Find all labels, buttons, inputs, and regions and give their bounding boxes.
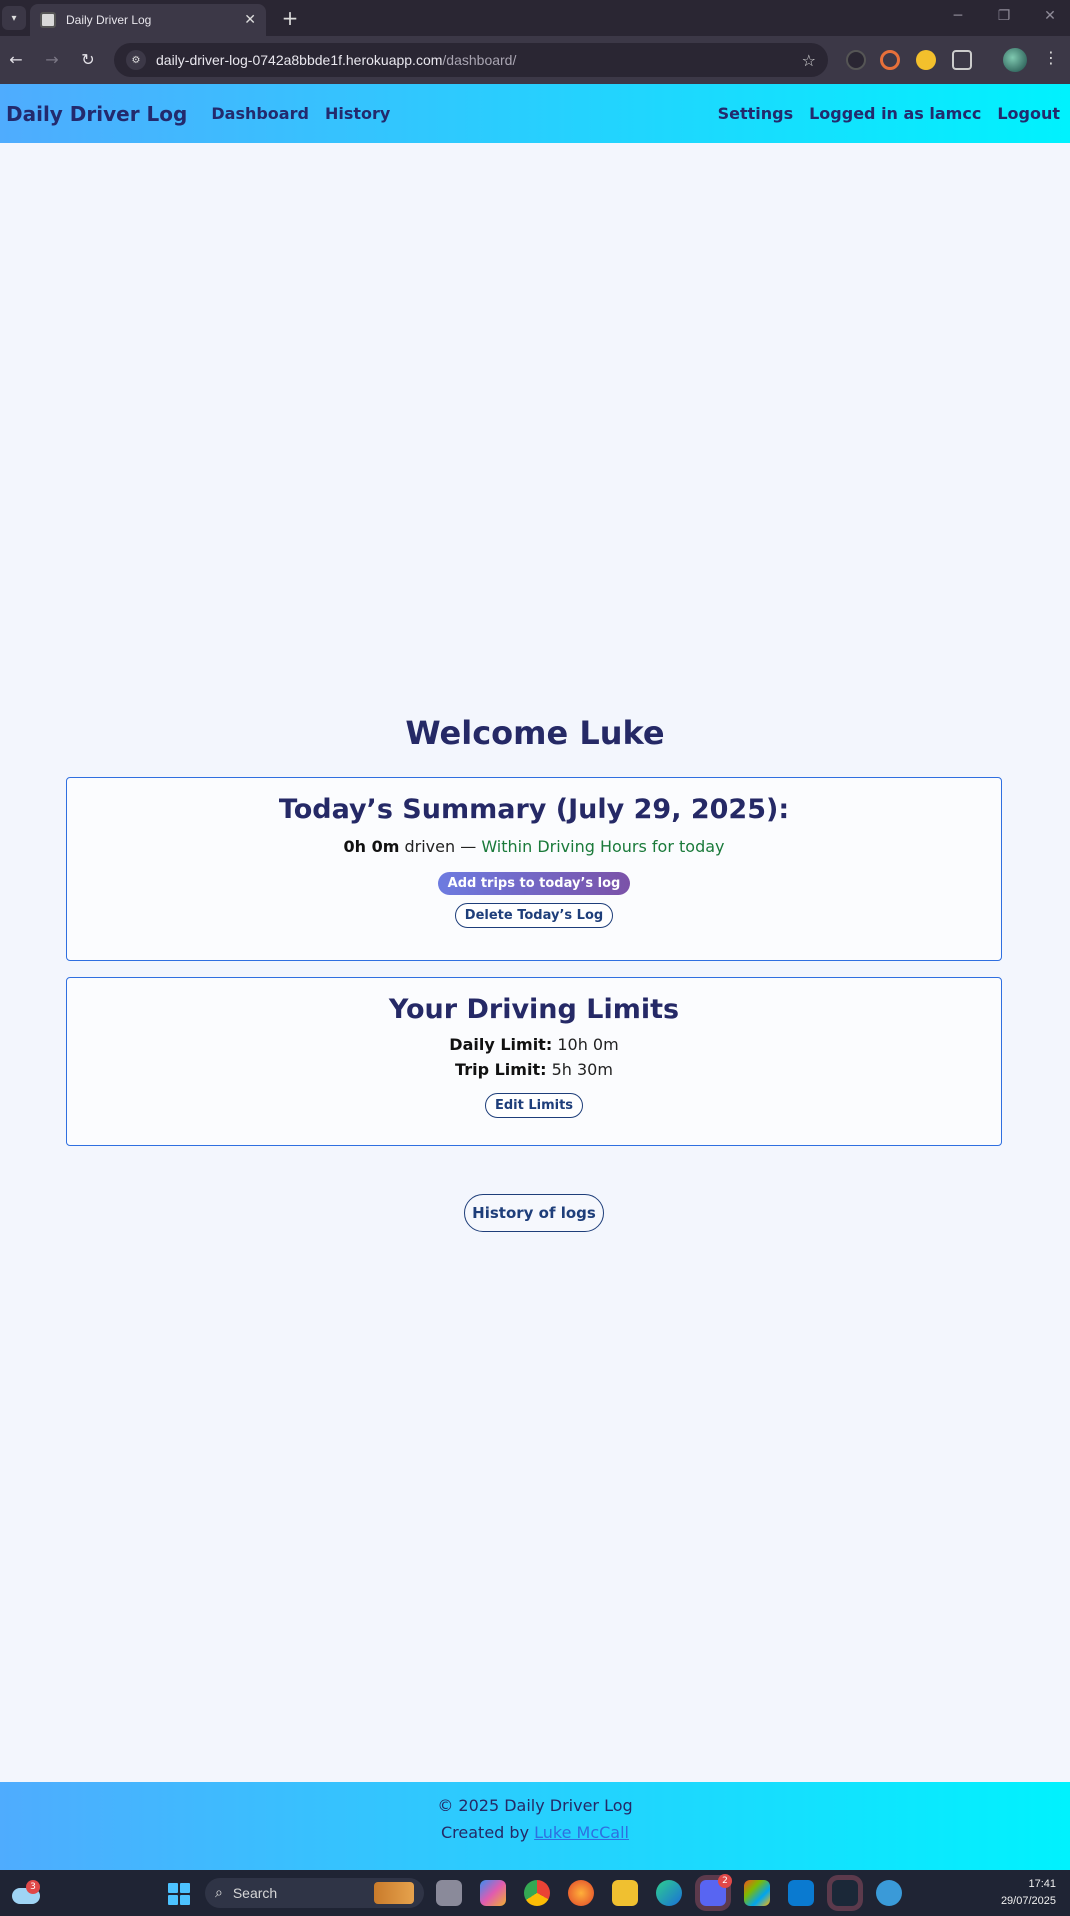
extension-emoji-icon[interactable]: [916, 50, 936, 70]
forward-arrow-icon[interactable]: →: [40, 48, 64, 72]
taskbar-search[interactable]: ⌕ Search: [205, 1878, 424, 1908]
browser-menu-icon[interactable]: ⋮: [1043, 48, 1059, 67]
os-taskbar: 3 ⌕ Search 2 17:41 29/07/2025: [0, 1870, 1070, 1916]
delete-log-button[interactable]: Delete Today’s Log: [454, 903, 614, 928]
steam-icon[interactable]: [832, 1880, 858, 1906]
footer-copyright: © 2025 Daily Driver Log: [437, 1796, 633, 1815]
summary-title: Today’s Summary (July 29, 2025):: [278, 794, 790, 825]
search-highlight-image: [374, 1882, 414, 1904]
address-bar[interactable]: ⚙ daily-driver-log-0742a8bbde1f.herokuap…: [114, 43, 828, 77]
logout-link[interactable]: Logout: [997, 104, 1060, 123]
browser-tab-bar: ▾ Daily Driver Log ✕ + ─ ❐ ✕: [0, 0, 1070, 36]
chrome-icon[interactable]: [524, 1880, 550, 1906]
history-of-logs-button[interactable]: History of logs: [464, 1194, 604, 1232]
edge-icon[interactable]: [656, 1880, 682, 1906]
welcome-heading: Welcome Luke: [405, 714, 665, 752]
restore-icon[interactable]: ❐: [994, 8, 1014, 24]
weather-badge: 3: [26, 1880, 40, 1894]
user-status-link[interactable]: Logged in as lamcc: [809, 104, 981, 123]
daily-limit-line: Daily Limit: 10h 0m: [67, 1035, 1001, 1054]
search-icon: ⌕: [215, 1885, 223, 1901]
bookmark-star-icon[interactable]: ☆: [802, 51, 816, 70]
limits-title: Your Driving Limits: [388, 994, 680, 1025]
clock-time: 17:41: [1028, 1878, 1056, 1890]
trip-limit-label: Trip Limit:: [455, 1060, 547, 1079]
nav-link-dashboard[interactable]: Dashboard: [211, 104, 309, 123]
driving-limits-card: Your Driving Limits Daily Limit: 10h 0m …: [66, 977, 1002, 1146]
site-footer: © 2025 Daily Driver Log Created by Luke …: [0, 1782, 1070, 1870]
system-clock[interactable]: 17:41 29/07/2025: [1001, 1876, 1056, 1910]
today-summary-card: Today’s Summary (July 29, 2025): 0h 0m d…: [66, 777, 1002, 961]
extension-pen-icon[interactable]: [846, 50, 866, 70]
daily-limit-value: 10h 0m: [557, 1035, 619, 1054]
window-close-icon[interactable]: ✕: [1040, 8, 1060, 24]
trip-limit-line: Trip Limit: 5h 30m: [67, 1060, 1001, 1079]
discord-badge: 2: [718, 1874, 732, 1888]
reload-icon[interactable]: ↻: [76, 48, 100, 72]
vscode-icon[interactable]: [788, 1880, 814, 1906]
extensions-puzzle-icon[interactable]: [952, 50, 972, 70]
minimize-icon[interactable]: ─: [948, 8, 968, 24]
site-navbar: Daily Driver Log Dashboard History Setti…: [0, 84, 1070, 143]
driving-status: Within Driving Hours for today: [481, 837, 725, 856]
footer-credit: Created by Luke McCall: [0, 1823, 1070, 1842]
windows-start-icon[interactable]: [168, 1883, 190, 1905]
created-by-label: Created by: [441, 1823, 530, 1842]
profile-avatar[interactable]: [1003, 48, 1027, 72]
nav-link-history[interactable]: History: [325, 104, 390, 123]
add-trips-button[interactable]: Add trips to today’s log: [437, 872, 631, 895]
author-link[interactable]: Luke McCall: [534, 1823, 629, 1842]
nav-link-settings[interactable]: Settings: [718, 104, 794, 123]
driven-word: driven —: [404, 837, 482, 856]
browser-tab[interactable]: Daily Driver Log ✕: [30, 4, 266, 36]
brand-link[interactable]: Daily Driver Log: [6, 102, 187, 126]
clock-date: 29/07/2025: [1000, 1895, 1056, 1907]
browser-toolbar: ← → ↻ ⚙ daily-driver-log-0742a8bbde1f.he…: [0, 36, 1070, 84]
task-view-icon[interactable]: [436, 1880, 462, 1906]
nav-right-group: Settings Logged in as lamcc Logout: [702, 84, 1060, 143]
store-icon[interactable]: [744, 1880, 770, 1906]
daily-limit-label: Daily Limit:: [449, 1035, 553, 1054]
tab-list-chevron-icon[interactable]: ▾: [2, 6, 26, 30]
edit-limits-button[interactable]: Edit Limits: [484, 1093, 584, 1118]
site-info-icon[interactable]: ⚙: [126, 50, 146, 70]
tab-close-icon[interactable]: ✕: [244, 12, 256, 28]
discord-icon[interactable]: 2: [700, 1874, 732, 1906]
extension-ring-icon[interactable]: [880, 50, 900, 70]
back-arrow-icon[interactable]: ←: [4, 48, 28, 72]
paint-icon[interactable]: [876, 1880, 902, 1906]
firefox-icon[interactable]: [568, 1880, 594, 1906]
copilot-icon[interactable]: [480, 1880, 506, 1906]
driven-time: 0h 0m: [343, 837, 400, 856]
url-text[interactable]: daily-driver-log-0742a8bbde1f.herokuapp.…: [156, 52, 802, 68]
trip-limit-value: 5h 30m: [551, 1060, 613, 1079]
new-tab-plus-icon[interactable]: +: [278, 6, 302, 30]
favicon-icon: [40, 12, 56, 28]
tab-title: Daily Driver Log: [66, 13, 152, 27]
summary-line: 0h 0m driven — Within Driving Hours for …: [67, 837, 1001, 856]
search-placeholder: Search: [232, 1885, 278, 1901]
weather-widget-icon[interactable]: 3: [12, 1880, 40, 1906]
file-explorer-icon[interactable]: [612, 1880, 638, 1906]
